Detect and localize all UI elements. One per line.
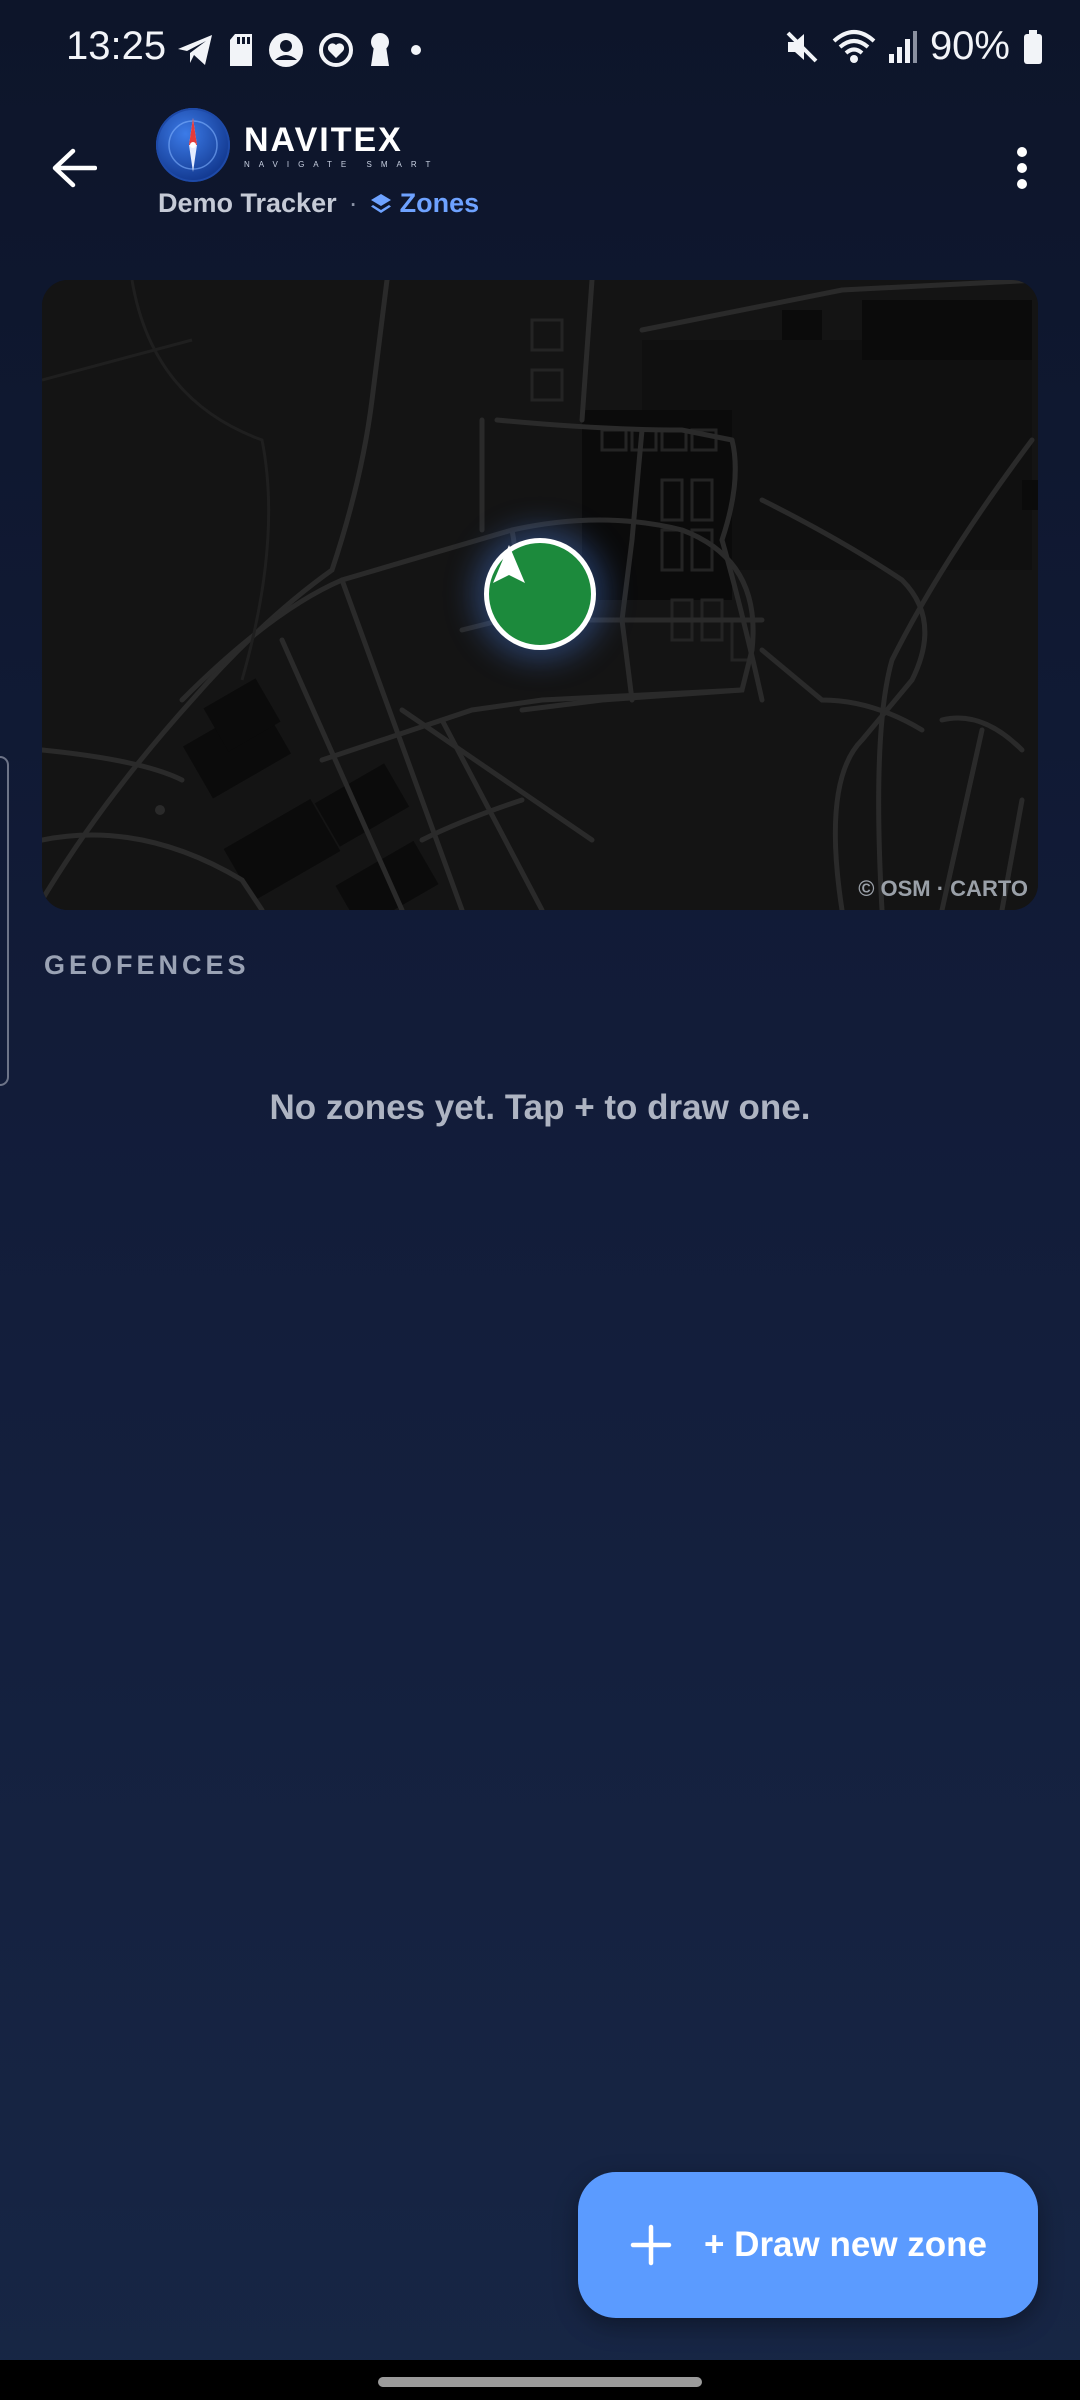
brand-logo: NAVITEX NAVIGATE SMART	[156, 108, 439, 182]
map-view[interactable]: © OSM · CARTO	[42, 280, 1038, 910]
wifi-icon	[832, 29, 876, 65]
breadcrumb: Demo Tracker · Zones	[158, 188, 479, 219]
draw-new-zone-button[interactable]: + Draw new zone	[578, 2172, 1038, 2318]
battery-percent: 90%	[929, 24, 1010, 68]
device-name: Demo Tracker	[158, 188, 337, 218]
draw-new-zone-label: + Draw new zone	[704, 2225, 987, 2264]
battery-icon	[1022, 29, 1044, 65]
brand-name: NAVITEX	[244, 120, 403, 159]
sd-card-icon	[228, 33, 254, 67]
app-bar: NAVITEX NAVIGATE SMART Demo Tracker · Zo…	[0, 104, 1080, 234]
more-vert-icon	[1015, 146, 1029, 190]
arrow-left-icon	[51, 147, 97, 189]
map-attribution: © OSM · CARTO	[858, 876, 1028, 901]
plus-icon	[628, 2222, 674, 2268]
signal-icon	[888, 30, 918, 64]
vehicle-marker[interactable]	[484, 538, 596, 650]
layers-icon	[370, 193, 392, 215]
status-time: 13:25	[66, 24, 167, 68]
system-icons: 90%	[784, 24, 1044, 69]
compass-globe-icon	[156, 108, 230, 182]
dot-icon	[406, 40, 426, 60]
notification-icons	[176, 32, 426, 68]
brand-tagline: NAVIGATE SMART	[244, 159, 440, 169]
system-nav-bar	[0, 2360, 1080, 2400]
breadcrumb-separator: ·	[348, 188, 358, 218]
mute-icon	[784, 29, 820, 65]
back-button[interactable]	[40, 134, 108, 202]
account-circle-icon	[268, 32, 304, 68]
empty-state-message: No zones yet. Tap + to draw one.	[269, 1088, 811, 1127]
section-title: GEOFENCES	[44, 950, 250, 980]
overflow-menu-button[interactable]	[988, 134, 1056, 202]
telegram-icon	[176, 33, 214, 67]
gesture-handle[interactable]	[378, 2377, 702, 2387]
heart-sync-icon	[318, 32, 354, 68]
edge-panel-handle[interactable]	[0, 756, 9, 1086]
status-bar: 13:25 90%	[0, 0, 1080, 104]
section-label: Zones	[399, 188, 480, 218]
keyhole-icon	[368, 32, 392, 68]
